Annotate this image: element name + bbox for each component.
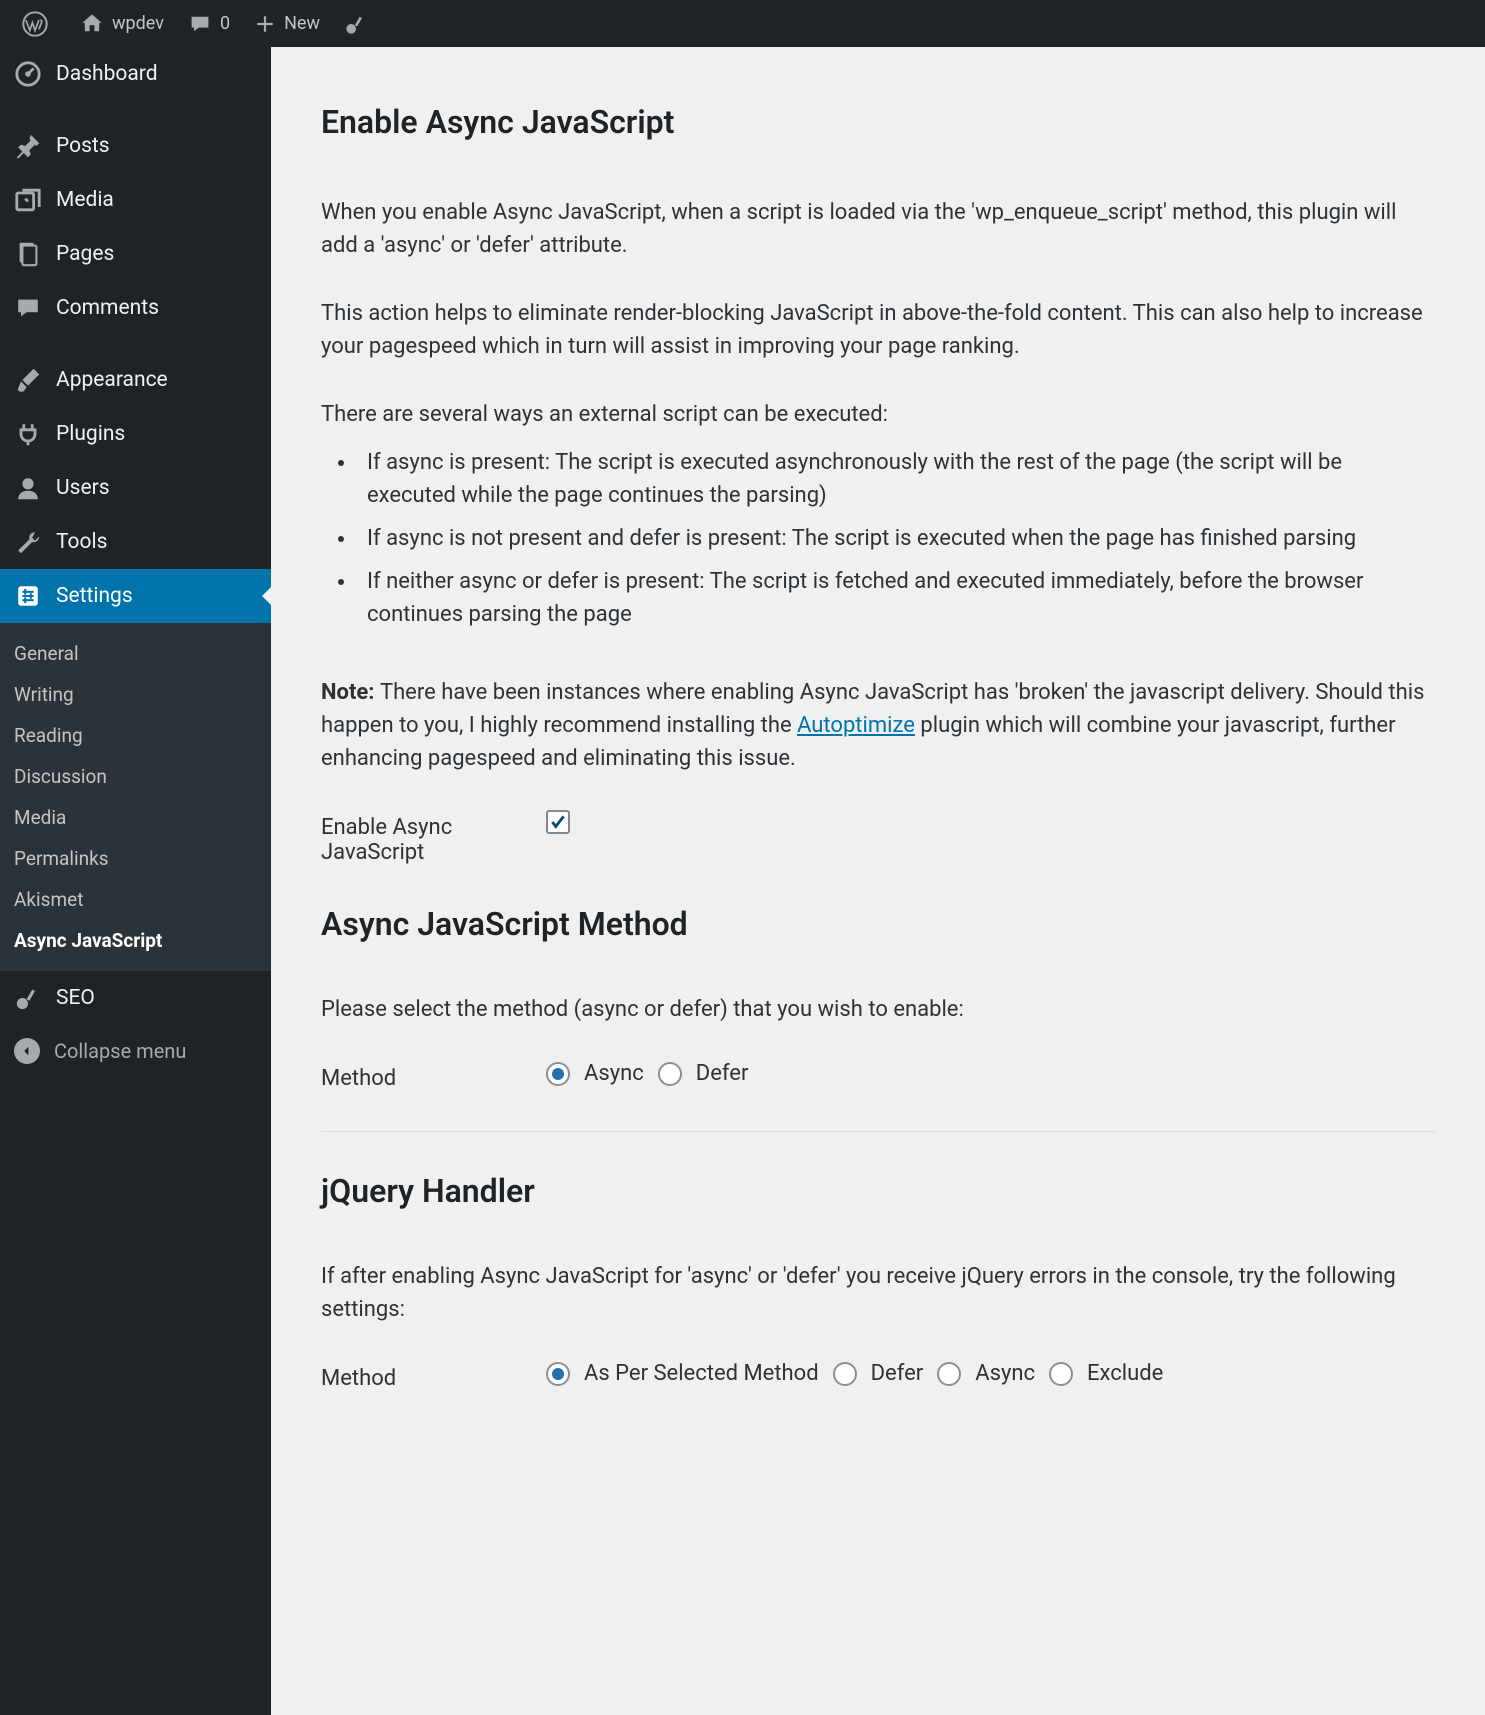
menu-posts[interactable]: Posts [0, 119, 271, 173]
execution-list: If async is present: The script is execu… [321, 441, 1435, 636]
section-title-enable: Enable Async JavaScript [321, 103, 1435, 141]
radio-jq-defer[interactable] [833, 1362, 857, 1386]
brush-icon [14, 366, 42, 394]
submenu-discussion[interactable]: Discussion [0, 756, 271, 797]
submenu-reading[interactable]: Reading [0, 715, 271, 756]
radio-jq-exclude-label: Exclude [1087, 1361, 1163, 1386]
method-row: Method Async Defer [321, 1061, 1435, 1091]
admin-toolbar: wpdev 0 New [0, 0, 1485, 47]
list-item: If async is not present and defer is pre… [357, 517, 1435, 560]
enable-label: Enable Async JavaScript [321, 810, 546, 865]
intro-p2: This action helps to eliminate render-bl… [321, 297, 1435, 363]
new-link[interactable]: New [242, 0, 332, 47]
radio-jq-async[interactable] [937, 1362, 961, 1386]
menu-dashboard[interactable]: Dashboard [0, 47, 271, 101]
radio-defer-label: Defer [696, 1061, 749, 1086]
collapse-menu[interactable]: Collapse menu [0, 1025, 271, 1077]
submenu-permalinks[interactable]: Permalinks [0, 838, 271, 879]
submenu-writing[interactable]: Writing [0, 674, 271, 715]
submenu-media[interactable]: Media [0, 797, 271, 838]
radio-async[interactable] [546, 1062, 570, 1086]
section-title-jquery: jQuery Handler [321, 1172, 1435, 1210]
menu-plugins[interactable]: Plugins [0, 407, 271, 461]
note-paragraph: Note: There have been instances where en… [321, 676, 1435, 775]
menu-seo[interactable]: SEO [0, 971, 271, 1025]
pages-icon [14, 240, 42, 268]
comments-icon [14, 294, 42, 322]
method-intro: Please select the method (async or defer… [321, 993, 1435, 1026]
jquery-method-row: Method As Per Selected Method Defer Asyn… [321, 1361, 1435, 1391]
comments-count: 0 [220, 13, 230, 34]
intro-p1: When you enable Async JavaScript, when a… [321, 196, 1435, 262]
plug-icon [14, 420, 42, 448]
menu-tools[interactable]: Tools [0, 515, 271, 569]
jquery-method-label: Method [321, 1361, 546, 1391]
menu-users[interactable]: Users [0, 461, 271, 515]
media-icon [14, 186, 42, 214]
submenu-akismet[interactable]: Akismet [0, 879, 271, 920]
wp-logo[interactable] [10, 0, 68, 47]
radio-jq-exclude[interactable] [1049, 1362, 1073, 1386]
submenu-general[interactable]: General [0, 633, 271, 674]
method-label: Method [321, 1061, 546, 1091]
submenu-async-js[interactable]: Async JavaScript [0, 920, 271, 961]
pin-icon [14, 132, 42, 160]
dashboard-icon [14, 60, 42, 88]
intro-p3: There are several ways an external scrip… [321, 398, 1435, 431]
list-item: If async is present: The script is execu… [357, 441, 1435, 517]
site-name: wpdev [112, 13, 164, 34]
radio-async-label: Async [584, 1061, 644, 1086]
radio-jq-defer-label: Defer [871, 1361, 924, 1386]
settings-submenu: General Writing Reading Discussion Media… [0, 623, 271, 971]
jquery-intro: If after enabling Async JavaScript for '… [321, 1260, 1435, 1326]
note-label: Note: [321, 680, 380, 705]
list-item: If neither async or defer is present: Th… [357, 560, 1435, 636]
collapse-icon [14, 1038, 40, 1064]
user-icon [14, 474, 42, 502]
menu-appearance[interactable]: Appearance [0, 353, 271, 407]
site-link[interactable]: wpdev [68, 0, 176, 47]
admin-sidebar: Dashboard Posts Media Pages Comments App… [0, 47, 271, 1715]
seo-icon-top[interactable] [332, 0, 388, 47]
radio-jq-selected-label: As Per Selected Method [584, 1361, 819, 1386]
radio-jq-selected[interactable] [546, 1362, 570, 1386]
menu-media[interactable]: Media [0, 173, 271, 227]
wrench-icon [14, 528, 42, 556]
sliders-icon [14, 582, 42, 610]
comments-link[interactable]: 0 [176, 0, 242, 47]
enable-row: Enable Async JavaScript [321, 810, 1435, 865]
section-title-method: Async JavaScript Method [321, 905, 1435, 943]
radio-defer[interactable] [658, 1062, 682, 1086]
main-content: Enable Async JavaScript When you enable … [271, 47, 1485, 1491]
radio-jq-async-label: Async [975, 1361, 1035, 1386]
seo-icon [14, 984, 42, 1012]
menu-comments[interactable]: Comments [0, 281, 271, 335]
menu-pages[interactable]: Pages [0, 227, 271, 281]
menu-settings[interactable]: Settings [0, 569, 271, 623]
divider [321, 1131, 1435, 1132]
autoptimize-link[interactable]: Autoptimize [797, 713, 915, 738]
enable-checkbox[interactable] [546, 810, 570, 834]
new-label: New [284, 13, 320, 34]
